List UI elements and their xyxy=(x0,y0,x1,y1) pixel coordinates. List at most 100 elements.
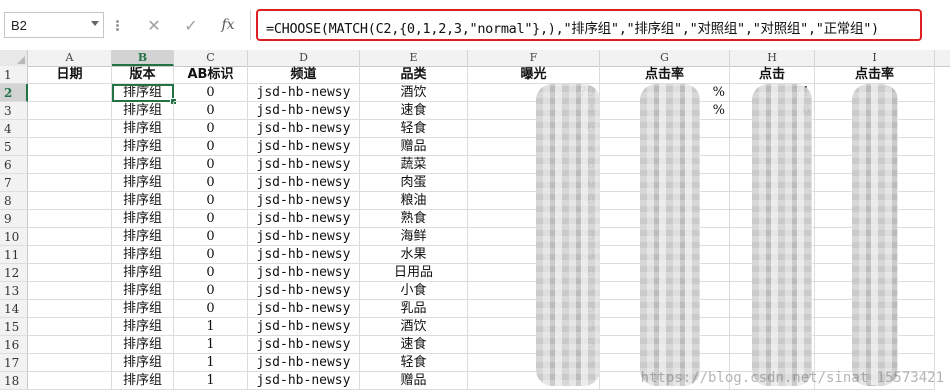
cell-channel[interactable]: jsd-hb-newsy xyxy=(248,228,360,246)
cell-channel[interactable]: jsd-hb-newsy xyxy=(248,318,360,336)
row-header[interactable]: 1 xyxy=(0,66,28,84)
cell-ab-flag[interactable]: 0 xyxy=(174,174,248,192)
cell-category[interactable]: 海鲜 xyxy=(360,228,468,246)
cell-ab-flag[interactable]: 1 xyxy=(174,372,248,390)
cell-date[interactable] xyxy=(28,354,112,372)
row-header[interactable]: 5 xyxy=(0,138,28,156)
cell-category[interactable]: 小食 xyxy=(360,282,468,300)
cell-ab-flag[interactable]: 0 xyxy=(174,84,248,102)
cell-version[interactable]: 排序组 xyxy=(112,138,174,156)
cell-channel[interactable]: jsd-hb-newsy xyxy=(248,156,360,174)
cell-category[interactable]: 速食 xyxy=(360,336,468,354)
header-cell-b[interactable]: 版本 xyxy=(112,66,174,84)
cell-version[interactable]: 排序组 xyxy=(112,354,174,372)
cell-ab-flag[interactable]: 0 xyxy=(174,282,248,300)
row-header[interactable]: 4 xyxy=(0,120,28,138)
header-cell-h[interactable]: 点击 xyxy=(730,66,815,84)
cell-channel[interactable]: jsd-hb-newsy xyxy=(248,84,360,102)
cell-version[interactable]: 排序组 xyxy=(112,372,174,390)
cell-ab-flag[interactable]: 0 xyxy=(174,120,248,138)
column-header-c[interactable]: C xyxy=(174,50,248,66)
cell-channel[interactable]: jsd-hb-newsy xyxy=(248,192,360,210)
cell-category[interactable]: 熟食 xyxy=(360,210,468,228)
cell-ab-flag[interactable]: 0 xyxy=(174,138,248,156)
cell-ab-flag[interactable]: 0 xyxy=(174,264,248,282)
cell-date[interactable] xyxy=(28,300,112,318)
row-header[interactable]: 14 xyxy=(0,300,28,318)
cell-ab-flag[interactable]: 0 xyxy=(174,102,248,120)
column-header-g[interactable]: G xyxy=(600,50,730,66)
cell-category[interactable]: 速食 xyxy=(360,102,468,120)
cell-category[interactable]: 乳品 xyxy=(360,300,468,318)
row-header[interactable]: 2 xyxy=(0,84,28,102)
row-header[interactable]: 12 xyxy=(0,264,28,282)
column-header-h[interactable]: H xyxy=(730,50,815,66)
cell-date[interactable] xyxy=(28,84,112,102)
cell-channel[interactable]: jsd-hb-newsy xyxy=(248,282,360,300)
header-cell-f[interactable]: 曝光 xyxy=(468,66,600,84)
cell-channel[interactable]: jsd-hb-newsy xyxy=(248,336,360,354)
cell-ab-flag[interactable]: 0 xyxy=(174,192,248,210)
cell-version[interactable]: 排序组 xyxy=(112,282,174,300)
row-header[interactable]: 10 xyxy=(0,228,28,246)
row-header[interactable]: 11 xyxy=(0,246,28,264)
cell-category[interactable]: 赠品 xyxy=(360,372,468,390)
cell-ab-flag[interactable]: 1 xyxy=(174,354,248,372)
cell-ab-flag[interactable]: 0 xyxy=(174,210,248,228)
column-header-b[interactable]: B xyxy=(112,50,174,66)
cell-version[interactable]: 排序组 xyxy=(112,264,174,282)
cell-channel[interactable]: jsd-hb-newsy xyxy=(248,246,360,264)
cell-category[interactable]: 酒饮 xyxy=(360,318,468,336)
cell-date[interactable] xyxy=(28,318,112,336)
cell-version[interactable]: 排序组 xyxy=(112,120,174,138)
cell-category[interactable]: 蔬菜 xyxy=(360,156,468,174)
column-header-f[interactable]: F xyxy=(468,50,600,66)
row-header[interactable]: 16 xyxy=(0,336,28,354)
cell-date[interactable] xyxy=(28,192,112,210)
row-header[interactable]: 3 xyxy=(0,102,28,120)
cell-date[interactable] xyxy=(28,156,112,174)
formula-input[interactable]: =CHOOSE(MATCH(C2,{0,1,2,3,"normal"},),"排… xyxy=(256,9,922,41)
cell-date[interactable] xyxy=(28,282,112,300)
cell-channel[interactable]: jsd-hb-newsy xyxy=(248,138,360,156)
cell-version[interactable]: 排序组 xyxy=(112,300,174,318)
cell-channel[interactable]: jsd-hb-newsy xyxy=(248,300,360,318)
cell-ab-flag[interactable]: 1 xyxy=(174,336,248,354)
cell-category[interactable]: 赠品 xyxy=(360,138,468,156)
row-header[interactable]: 15 xyxy=(0,318,28,336)
cell-ab-flag[interactable]: 0 xyxy=(174,246,248,264)
cell-ab-flag[interactable]: 1 xyxy=(174,318,248,336)
header-cell-g[interactable]: 点击率 xyxy=(600,66,730,84)
enter-icon[interactable]: ✓ xyxy=(180,14,202,36)
row-header[interactable]: 13 xyxy=(0,282,28,300)
cell-date[interactable] xyxy=(28,102,112,120)
cell-category[interactable]: 肉蛋 xyxy=(360,174,468,192)
header-cell-c[interactable]: AB标识 xyxy=(174,66,248,84)
cell-category[interactable]: 轻食 xyxy=(360,354,468,372)
row-header[interactable]: 18 xyxy=(0,372,28,390)
cell-category[interactable]: 粮油 xyxy=(360,192,468,210)
header-cell-a[interactable]: 日期 xyxy=(28,66,112,84)
row-header[interactable]: 8 xyxy=(0,192,28,210)
cell-category[interactable]: 酒饮 xyxy=(360,84,468,102)
row-header[interactable]: 6 xyxy=(0,156,28,174)
chevron-down-icon[interactable] xyxy=(91,21,99,26)
cell-version[interactable]: 排序组 xyxy=(112,336,174,354)
cell-category[interactable]: 日用品 xyxy=(360,264,468,282)
cell-channel[interactable]: jsd-hb-newsy xyxy=(248,264,360,282)
column-header-e[interactable]: E xyxy=(360,50,468,66)
cell-date[interactable] xyxy=(28,336,112,354)
header-cell-i[interactable]: 点击率 xyxy=(815,66,935,84)
column-header-i[interactable]: I xyxy=(815,50,935,66)
cell-date[interactable] xyxy=(28,246,112,264)
name-box[interactable]: B2 xyxy=(4,12,104,38)
cell-date[interactable] xyxy=(28,138,112,156)
cell-date[interactable] xyxy=(28,264,112,282)
cell-category[interactable]: 水果 xyxy=(360,246,468,264)
cell-date[interactable] xyxy=(28,174,112,192)
cell-date[interactable] xyxy=(28,120,112,138)
cell-date[interactable] xyxy=(28,210,112,228)
column-header-a[interactable]: A xyxy=(28,50,112,66)
insert-function-icon[interactable]: fx xyxy=(217,14,239,36)
cell-channel[interactable]: jsd-hb-newsy xyxy=(248,210,360,228)
